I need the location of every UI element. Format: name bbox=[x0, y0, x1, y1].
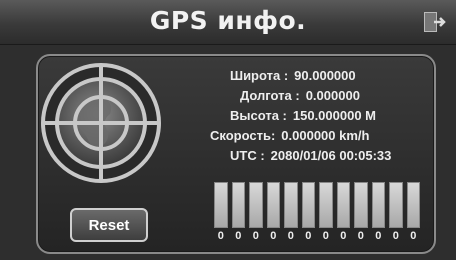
globe-crosshair-icon bbox=[41, 63, 161, 183]
satellite-snr-value: 0 bbox=[322, 230, 329, 242]
latitude-label: Широта : bbox=[230, 68, 289, 83]
satellite-snr-value: 0 bbox=[287, 230, 294, 242]
satellite-bar bbox=[354, 182, 368, 228]
altitude-row: Высота : 150.000000 M bbox=[230, 108, 376, 123]
longitude-row: Долгота : 0.000000 bbox=[240, 88, 360, 103]
satellite-snr-value: 0 bbox=[410, 230, 417, 242]
satellite-bar bbox=[266, 182, 280, 228]
satellite-snr-value: 0 bbox=[270, 230, 277, 242]
satellite-bar bbox=[249, 182, 263, 228]
satellite-bar bbox=[301, 182, 315, 228]
satellite-bar bbox=[231, 182, 245, 228]
latitude-row: Широта : 90.000000 bbox=[230, 68, 356, 83]
satellite-snr-value: 0 bbox=[357, 230, 364, 242]
satellite-signal-bars bbox=[214, 182, 420, 228]
utc-row: UTC : 2080/01/06 00:05:33 bbox=[230, 148, 391, 163]
longitude-label: Долгота : bbox=[240, 88, 300, 103]
speed-value: 0.000000 km/h bbox=[281, 128, 370, 143]
latitude-value: 90.000000 bbox=[294, 68, 356, 83]
title-bar: GPS инфо. bbox=[0, 0, 456, 45]
altitude-value: 150.000000 M bbox=[292, 108, 376, 123]
exit-icon[interactable] bbox=[424, 12, 446, 32]
satellite-bar bbox=[336, 182, 350, 228]
speed-row: Скорость: 0.000000 km/h bbox=[210, 128, 369, 143]
altitude-label: Высота : bbox=[230, 108, 287, 123]
satellite-bar bbox=[406, 182, 420, 228]
satellite-bar bbox=[319, 182, 333, 228]
satellite-snr-value: 0 bbox=[340, 230, 347, 242]
speed-label: Скорость: bbox=[210, 128, 276, 143]
longitude-value: 0.000000 bbox=[305, 88, 360, 103]
satellite-snr-value: 0 bbox=[375, 230, 382, 242]
satellite-bar bbox=[284, 182, 298, 228]
satellite-bar bbox=[214, 182, 228, 228]
satellite-snr-value: 0 bbox=[217, 230, 224, 242]
gps-info-screen: GPS инфо. Широта : 90.000000 Долгота : 0.0… bbox=[0, 0, 456, 260]
satellite-snr-value: 0 bbox=[235, 230, 242, 242]
satellite-bar bbox=[389, 182, 403, 228]
utc-label: UTC : bbox=[230, 148, 265, 163]
page-title: GPS инфо. bbox=[149, 6, 307, 35]
satellite-snr-value: 0 bbox=[305, 230, 312, 242]
satellite-bar bbox=[371, 182, 385, 228]
utc-value: 2080/01/06 00:05:33 bbox=[270, 148, 392, 163]
satellite-snr-labels: 000000000000 bbox=[214, 230, 420, 242]
satellite-snr-value: 0 bbox=[392, 230, 399, 242]
reset-button[interactable]: Reset bbox=[70, 208, 148, 242]
satellite-snr-value: 0 bbox=[252, 230, 259, 242]
